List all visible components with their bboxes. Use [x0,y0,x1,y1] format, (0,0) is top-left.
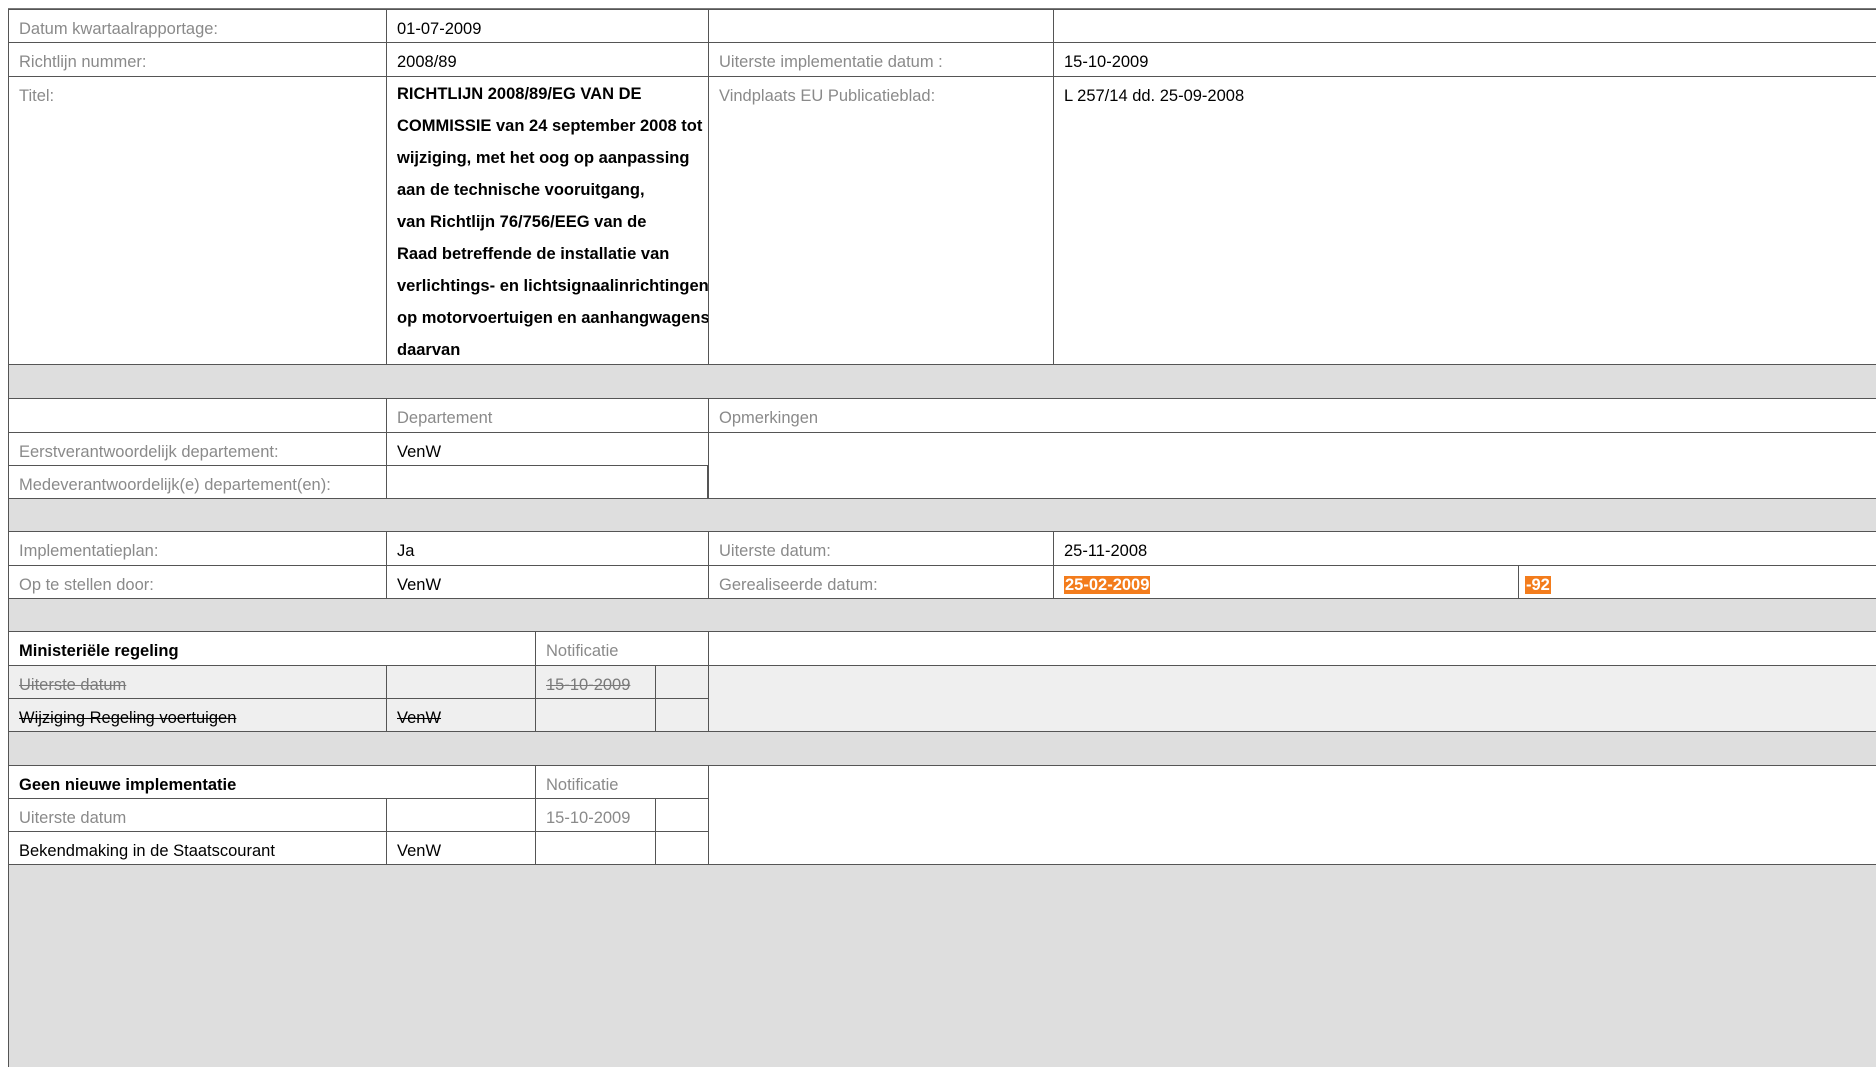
empty-cell [655,798,708,831]
uiterste-impl-label: Uiterste implementatie datum : [708,42,1053,76]
empty-cell [708,9,1053,42]
separator-band [8,598,1876,631]
departement-header: Departement [386,398,708,432]
titel-line: van Richtlijn 76/756/EEG van de [397,213,647,231]
ministeriele-row1-label: Uiterste datum [19,676,127,694]
ministeriele-row1-label-cell: Uiterste datum [8,665,386,698]
titel-value: RICHTLIJN 2008/89/EG VAN DE COMMISSIE va… [386,76,708,364]
geen-nieuwe-row1-label: Uiterste datum [8,798,386,831]
richtlijn-value: 2008/89 [386,42,708,76]
ministeriele-row1-date: 15-10-2009 [546,676,631,694]
empty-cell [655,831,708,864]
empty-cell [708,765,1876,864]
titel-line: daarvan [397,341,461,359]
titel-line: wijziging, met het oog op aanpassing [397,149,690,167]
empty-cell [1053,9,1876,42]
titel-line: op motorvoertuigen en aanhangwagens [397,309,708,327]
empty-cell [708,665,1876,731]
implplan-value: Ja [386,531,708,565]
empty-cell [655,665,708,698]
implplan-label: Implementatieplan: [8,531,386,565]
opmerkingen-header: Opmerkingen [708,398,1876,432]
gerealiseerd-diff: -92 [1525,576,1551,594]
titel-line: RICHTLIJN 2008/89/EG VAN DE [397,85,642,103]
separator-band [8,731,1876,765]
vindplaats-label: Vindplaats EU Publicatieblad: [708,76,1053,364]
empty-cell [8,398,386,432]
eerstverantw-value: VenW [386,432,708,465]
uiterste-impl-value: 15-10-2009 [1053,42,1876,76]
ministeriele-row2-dept: VenW [397,709,442,727]
geen-nieuwe-heading: Geen nieuwe implementatie [8,765,535,798]
separator-band [8,864,1876,1067]
titel-line: aan de technische vooruitgang, [397,181,645,199]
ministeriele-row2-label: Wijziging Regeling voertuigen [19,709,237,727]
empty-cell [535,831,655,864]
titel-line: Raad betreffende de installatie van [397,245,670,263]
richtlijn-label: Richtlijn nummer: [8,42,386,76]
geen-nieuwe-row2-dept: VenW [386,831,535,864]
titel-label: Titel: [8,76,386,364]
titel-line: verlichtings- en lichtsignaalinrichtinge… [397,277,708,295]
ministeriele-heading: Ministeriële regeling [8,631,535,665]
gerealiseerd-cell: 25-02-2009 [1053,565,1518,598]
separator-band [8,498,1876,531]
uiterste-datum-label: Uiterste datum: [708,531,1053,565]
ministeriele-notificatie: Notificatie [535,631,708,665]
separator-band [8,364,1876,398]
geen-nieuwe-notificatie: Notificatie [535,765,708,798]
ministeriele-row2-label-cell: Wijziging Regeling voertuigen [8,698,386,731]
geen-nieuwe-row2-label: Bekendmaking in de Staatscourant [8,831,386,864]
uiterste-datum-value: 25-11-2008 [1053,531,1876,565]
gerealiseerd-value: 25-02-2009 [1064,576,1151,594]
ministeriele-row1-date-cell: 15-10-2009 [535,665,655,698]
gerealiseerd-diff-cell: -92 [1518,565,1876,598]
medeverantw-value [386,465,708,498]
empty-cell [386,798,535,831]
opmerkingen-cell [708,432,1876,498]
empty-cell [386,665,535,698]
vindplaats-value: L 257/14 dd. 25-09-2008 [1053,76,1876,364]
titel-line: COMMISSIE van 24 september 2008 tot [397,117,703,135]
datum-kwartaal-label: Datum kwartaalrapportage: [8,9,386,42]
empty-cell [708,631,1876,665]
optestellen-label: Op te stellen door: [8,565,386,598]
empty-cell [655,698,708,731]
datum-kwartaal-value: 01-07-2009 [386,9,708,42]
eerstverantw-label: Eerstverantwoordelijk departement: [8,432,386,465]
optestellen-value: VenW [386,565,708,598]
gerealiseerd-label: Gerealiseerde datum: [708,565,1053,598]
medeverantw-label: Medeverantwoordelijk(e) departement(en): [8,465,386,498]
empty-cell [535,698,655,731]
ministeriele-row2-dept-cell: VenW [386,698,535,731]
geen-nieuwe-row1-date: 15-10-2009 [535,798,655,831]
